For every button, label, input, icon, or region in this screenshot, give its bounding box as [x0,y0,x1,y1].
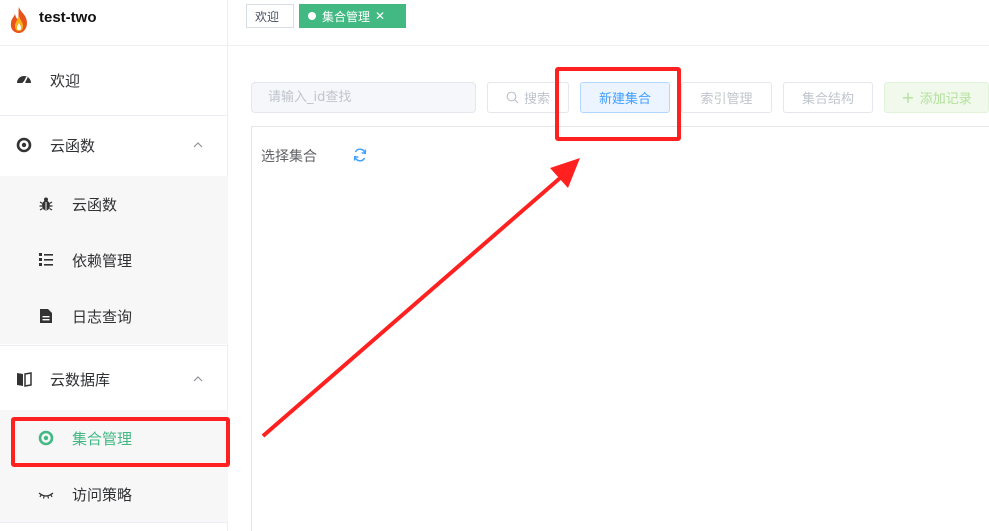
index-management-button[interactable]: 索引管理 [681,82,772,113]
tab-collection-management[interactable]: 集合管理 ✕ [299,4,406,28]
active-dot-icon [308,12,316,20]
chevron-up-icon[interactable] [192,373,204,385]
sidebar-group-cloud-db[interactable]: 云数据库 [0,351,228,407]
sidebar-item-cloud-functions[interactable]: 云函数 [0,176,228,232]
id-search-input[interactable] [251,82,476,113]
close-icon[interactable]: ✕ [375,9,385,23]
index-management-label: 索引管理 [700,92,753,107]
sidebar-item-collection-management[interactable]: 集合管理 [0,410,228,466]
app-root: test-two 欢迎 云函数 云函数 依赖管理 日志查询 云数据库 集合管理 … [0,0,989,531]
sidebar-item-logs[interactable]: 日志查询 [0,288,228,344]
collection-icon [38,430,54,446]
refresh-icon[interactable] [352,147,368,163]
search-button-label: 搜索 [523,92,550,107]
new-collection-label: 新建集合 [598,92,651,107]
collection-panel [251,126,989,531]
sidebar-group-cloud-functions[interactable]: 云函数 [0,117,228,173]
sidebar-item-label: 云函数 [72,195,118,214]
sidebar-group-label: 云数据库 [50,370,111,389]
sidebar-item-access-policy[interactable]: 访问策略 [0,466,228,522]
dashboard-icon [16,72,32,88]
collection-structure-label: 集合结构 [801,92,854,107]
sidebar-item-label: 访问策略 [72,485,133,504]
sidebar-item-label: 依赖管理 [72,251,133,270]
sidebar-group-label: 云函数 [50,136,96,155]
divider [0,522,228,523]
search-button[interactable]: 搜索 [487,82,569,113]
sidebar-item-dependency[interactable]: 依赖管理 [0,232,228,288]
cloud-functions-submenu: 云函数 依赖管理 日志查询 [0,176,228,344]
tab-welcome[interactable]: 欢迎 [246,4,294,28]
collection-structure-button[interactable]: 集合结构 [783,82,873,113]
divider [0,345,228,346]
add-record-button[interactable]: + 添加记录 [884,82,989,113]
cloud-function-icon [16,137,32,153]
add-record-label: 添加记录 [919,92,972,107]
divider [0,115,228,116]
new-collection-button[interactable]: 新建集合 [580,82,670,113]
sidebar-item-label: 集合管理 [72,429,133,448]
tree-list-icon [38,252,54,268]
app-name: test-two [39,9,97,26]
search-icon [506,91,519,104]
book-icon [16,371,32,387]
plus-icon: + [901,88,915,107]
cloud-db-submenu: 集合管理 访问策略 [0,410,228,522]
eye-closed-icon [38,486,54,502]
tag-bar: 欢迎 集合管理 ✕ [228,0,989,46]
tab-label: 集合管理 [322,9,371,24]
select-collection-label: 选择集合 [261,149,317,165]
sidebar: test-two 欢迎 云函数 云函数 依赖管理 日志查询 云数据库 集合管理 … [0,0,228,531]
sidebar-item-label: 欢迎 [50,71,81,90]
tab-label: 欢迎 [255,9,280,24]
sidebar-item-label: 日志查询 [72,307,133,326]
flame-logo-icon [10,7,28,33]
bug-icon [38,196,54,212]
sidebar-item-welcome[interactable]: 欢迎 [0,52,228,108]
app-logo-header: test-two [0,0,228,46]
document-icon [38,308,54,324]
chevron-up-icon[interactable] [192,139,204,151]
